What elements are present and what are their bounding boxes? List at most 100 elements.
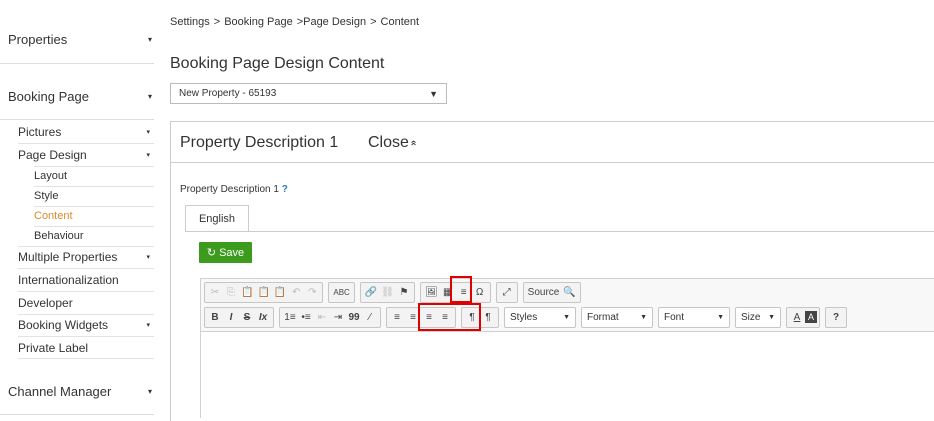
dropdown-arrow-icon: ▼	[429, 88, 438, 99]
size-dropdown[interactable]: Size ▼	[735, 306, 781, 328]
font-dropdown[interactable]: Font ▼	[658, 306, 730, 328]
maximize-icon[interactable]: ⤢	[499, 284, 515, 301]
sidebar-subitem-content[interactable]: Content	[34, 206, 154, 226]
align-left-icon[interactable]: ≡	[389, 309, 405, 326]
sidebar: Properties ▾ Booking Page ▾ Pictures ▾ P…	[0, 0, 160, 417]
caret-down-icon: ▾	[146, 254, 150, 261]
breadcrumb-page-design[interactable]: >Page Design	[297, 16, 366, 28]
sidebar-section-label: Properties	[8, 31, 68, 47]
save-button[interactable]: ↻ Save	[199, 242, 252, 263]
caret-down-icon: ▾	[146, 322, 150, 329]
sidebar-subitem-behaviour[interactable]: Behaviour	[34, 226, 154, 246]
copy-icon[interactable]: ⎘	[223, 284, 239, 301]
bulleted-list-icon[interactable]: •≡	[298, 309, 314, 326]
outdent-icon[interactable]: ⇤	[314, 309, 330, 326]
image-icon[interactable]: 🖼	[423, 284, 440, 301]
tab-english[interactable]: English	[185, 205, 249, 232]
save-label: Save	[219, 246, 245, 259]
field-label: Property Description 1 ?	[180, 184, 288, 195]
bold-icon[interactable]: B	[207, 309, 223, 326]
align-justify-icon[interactable]: ≡	[437, 309, 453, 326]
rtl-icon[interactable]: ¶	[480, 309, 496, 326]
div-container-icon[interactable]: ⁄	[362, 309, 378, 326]
paragraph-group: 1≡ •≡ ⇤ ⇥ 99 ⁄	[279, 306, 381, 328]
divider	[185, 231, 934, 232]
bg-color-icon[interactable]: A	[805, 311, 817, 323]
link-icon[interactable]: 🔗	[363, 284, 379, 301]
sidebar-subitem-layout[interactable]: Layout	[34, 166, 154, 186]
sidebar-item-page-design[interactable]: Page Design ▾	[18, 144, 154, 166]
breadcrumb-separator: >	[370, 16, 377, 28]
sidebar-section-booking-page[interactable]: Booking Page ▾	[8, 87, 154, 105]
source-button[interactable]: Source	[526, 284, 562, 301]
dropdown-arrow-icon: ▼	[768, 313, 775, 321]
document-group: Source 🔍	[522, 281, 581, 303]
bidi-group: ¶ ¶	[461, 306, 499, 328]
sidebar-item-private-label[interactable]: Private Label	[18, 337, 154, 359]
styles-label: Styles	[510, 311, 538, 323]
numbered-list-icon[interactable]: 1≡	[282, 309, 298, 326]
align-right-icon[interactable]: ≡	[421, 309, 437, 326]
styles-dropdown[interactable]: Styles ▼	[504, 306, 576, 328]
sidebar-subitem-style[interactable]: Style	[34, 186, 154, 206]
caret-down-icon: ▾	[147, 91, 152, 101]
sidebar-item-pictures[interactable]: Pictures ▾	[18, 121, 154, 143]
sidebar-item-label: Multiple Properties	[18, 250, 118, 264]
format-dropdown[interactable]: Format ▼	[581, 306, 653, 328]
refresh-icon: ↻	[206, 247, 217, 259]
sidebar-section-channel-manager[interactable]: Channel Manager ▾	[8, 382, 154, 400]
blockquote-icon[interactable]: 99	[346, 309, 362, 326]
indent-icon[interactable]: ⇥	[330, 309, 346, 326]
size-label: Size	[741, 311, 761, 323]
ltr-icon[interactable]: ¶	[464, 309, 480, 326]
dropdown-arrow-icon: ▼	[640, 313, 647, 321]
main-content: Settings > Booking Page >Page Design > C…	[170, 0, 934, 421]
horizontal-line-icon[interactable]: ≡	[456, 284, 472, 301]
field-label-text: Property Description 1	[180, 184, 279, 195]
sidebar-item-multiple-properties[interactable]: Multiple Properties ▾	[18, 246, 154, 268]
editor-content-area[interactable]	[201, 331, 934, 419]
close-button[interactable]: Close »	[368, 134, 419, 152]
panel-title: Property Description 1	[180, 134, 339, 151]
breadcrumb-settings[interactable]: Settings	[170, 16, 210, 28]
cut-icon[interactable]: ✂	[207, 284, 223, 301]
caret-down-icon: ▾	[147, 34, 152, 44]
preview-icon[interactable]: 🔍	[561, 284, 577, 301]
italic-icon[interactable]: I	[223, 309, 239, 326]
sidebar-section-properties[interactable]: Properties ▾	[8, 30, 154, 48]
align-center-icon[interactable]: ≡	[405, 309, 421, 326]
undo-icon[interactable]: ↶	[288, 284, 304, 301]
dropdown-arrow-icon: ▼	[717, 313, 724, 321]
sidebar-item-label: Booking Widgets	[18, 318, 109, 332]
paste-word-icon[interactable]: 📋	[272, 284, 288, 301]
tools-group: ⤢	[495, 281, 518, 303]
spellcheck-icon[interactable]: ABC	[331, 284, 351, 301]
strike-icon[interactable]: S	[239, 309, 255, 326]
format-label: Format	[587, 311, 619, 323]
sidebar-item-developer[interactable]: Developer	[18, 292, 154, 314]
breadcrumb: Settings > Booking Page >Page Design > C…	[170, 16, 419, 28]
align-group: ≡ ≡ ≡ ≡	[386, 306, 456, 328]
unlink-icon[interactable]: ⛓	[379, 284, 396, 301]
paste-text-icon[interactable]: 📋	[255, 284, 271, 301]
breadcrumb-booking-page[interactable]: Booking Page	[224, 16, 293, 28]
sidebar-section-label: Booking Page	[8, 88, 89, 104]
colors-group: A A	[786, 306, 820, 328]
paste-icon[interactable]: 📋	[239, 284, 255, 301]
special-char-icon[interactable]: Ω	[472, 284, 488, 301]
caret-down-icon: ▾	[147, 386, 152, 396]
anchor-icon[interactable]: ⚑	[396, 284, 412, 301]
dropdown-arrow-icon: ▼	[563, 313, 570, 321]
sidebar-item-label: Page Design	[18, 148, 87, 162]
caret-down-icon: ▾	[146, 129, 150, 136]
divider	[0, 63, 154, 64]
text-color-icon[interactable]: A	[789, 309, 805, 326]
help-icon[interactable]: ?	[828, 309, 844, 326]
remove-format-icon[interactable]: Ix	[255, 309, 271, 326]
help-icon[interactable]: ?	[282, 184, 288, 195]
table-icon[interactable]: ▦	[440, 284, 456, 301]
redo-icon[interactable]: ↷	[304, 284, 320, 301]
sidebar-item-booking-widgets[interactable]: Booking Widgets ▾	[18, 314, 154, 336]
property-select[interactable]: New Property - 65193 ▼	[170, 83, 447, 104]
sidebar-item-internationalization[interactable]: Internationalization	[18, 269, 154, 291]
